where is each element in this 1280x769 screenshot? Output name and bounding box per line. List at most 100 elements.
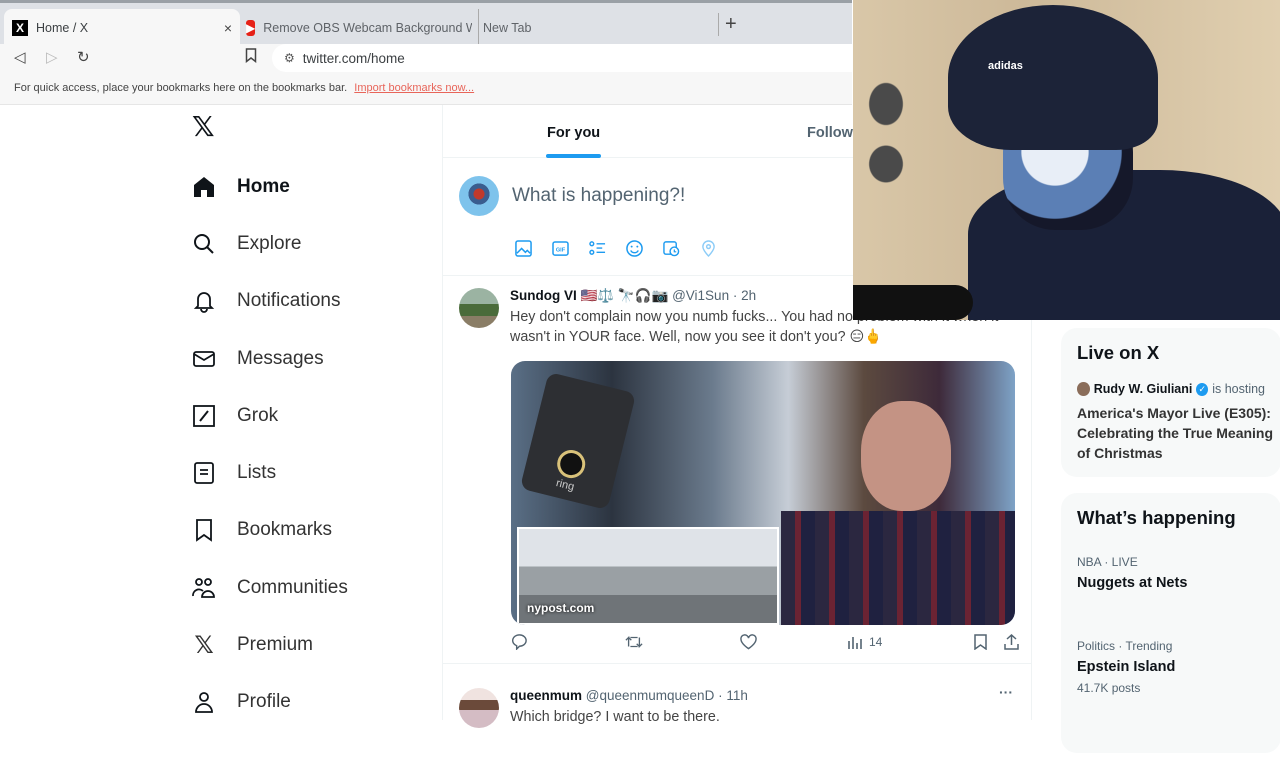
tab-title: Remove OBS Webcam Background W bbox=[263, 21, 472, 35]
space-title-line[interactable]: of Christmas bbox=[1077, 443, 1265, 463]
back-icon[interactable]: ◁ bbox=[14, 48, 26, 66]
browser-toolbar: ◁ ▷ ↻ ⚙ twitter.com/home bbox=[0, 44, 852, 72]
compose-toolbar: GIF bbox=[513, 238, 718, 258]
import-bookmarks-link[interactable]: Import bookmarks now... bbox=[354, 82, 474, 94]
svg-text:GIF: GIF bbox=[555, 247, 565, 253]
more-options-icon[interactable]: ··· bbox=[999, 684, 1013, 700]
tweet-actions: 14 bbox=[511, 633, 1019, 650]
sidebar-item-label: Messages bbox=[237, 347, 324, 369]
webcam-overlay: adidas bbox=[853, 0, 1280, 320]
reload-icon[interactable]: ↻ bbox=[77, 48, 90, 66]
live-title: Live on X bbox=[1077, 342, 1160, 363]
sidebar-item-label: Lists bbox=[237, 462, 277, 484]
gif-icon[interactable]: GIF bbox=[550, 238, 570, 258]
author-handle[interactable]: @Vi1Sun bbox=[672, 288, 729, 303]
sidebar-item-explore[interactable]: Explore bbox=[190, 215, 440, 272]
address-bar[interactable]: ⚙ twitter.com/home bbox=[272, 44, 852, 72]
drum-kit bbox=[853, 80, 963, 200]
sidebar-item-label: Premium bbox=[237, 634, 314, 656]
location-icon[interactable] bbox=[698, 238, 718, 258]
site-settings-icon[interactable]: ⚙ bbox=[284, 51, 295, 65]
author-badges: 🇺🇸⚖️ 🔭🎧📷 bbox=[580, 288, 669, 303]
close-tab-icon[interactable]: × bbox=[224, 20, 232, 36]
trend-count: 41.7K posts bbox=[1077, 681, 1141, 695]
sidebar-item-grok[interactable]: Grok bbox=[190, 387, 440, 444]
trends-title: What’s happening bbox=[1077, 507, 1236, 528]
sidebar-item-premium[interactable]: 𝕏 Premium bbox=[190, 616, 440, 673]
sidebar-item-label: Profile bbox=[237, 691, 291, 713]
tab-home-x[interactable]: X Home / X × bbox=[4, 9, 240, 47]
bookmark-button[interactable] bbox=[974, 633, 987, 650]
reply-button[interactable] bbox=[511, 633, 528, 650]
tweet-time[interactable]: · 11h bbox=[718, 688, 748, 703]
url-text: twitter.com/home bbox=[302, 50, 405, 66]
tweet[interactable]: Sundog VI 🇺🇸⚖️ 🔭🎧📷 @Vi1Sun · 2h Hey don'… bbox=[443, 276, 1031, 664]
sidebar-item-home[interactable]: Home bbox=[190, 158, 440, 215]
reply-icon bbox=[512, 634, 527, 650]
tweet-time[interactable]: · 2h bbox=[733, 288, 756, 303]
microphone bbox=[853, 285, 973, 320]
views-icon bbox=[848, 636, 862, 649]
sidebar-item-bookmarks[interactable]: Bookmarks bbox=[190, 502, 440, 559]
live-host[interactable]: Rudy W. Giuliani ✓ is hosting bbox=[1077, 382, 1265, 396]
bookmark-icon bbox=[190, 518, 218, 543]
heart-icon bbox=[740, 633, 757, 649]
author-avatar[interactable] bbox=[459, 688, 499, 728]
profile-icon bbox=[190, 690, 218, 714]
views-button[interactable]: 14 bbox=[847, 633, 882, 650]
tweet-media[interactable]: ring nypost.com bbox=[511, 361, 1015, 625]
emoji-icon[interactable] bbox=[624, 238, 644, 258]
tab-following[interactable]: Followi bbox=[807, 125, 857, 141]
poll-icon[interactable] bbox=[587, 238, 607, 258]
sidebar-item-profile[interactable]: Profile bbox=[190, 674, 440, 731]
home-icon bbox=[190, 175, 218, 199]
new-tab-button[interactable]: + bbox=[718, 13, 737, 36]
sidebar-item-label: Grok bbox=[237, 404, 279, 426]
like-button[interactable] bbox=[740, 633, 757, 650]
tab-youtube[interactable]: ▶ Remove OBS Webcam Background W bbox=[244, 9, 472, 47]
trend-item[interactable]: Politics · Trending Epstein Island 41.7K… bbox=[1077, 639, 1265, 695]
tweet-text: Which bridge? I want to be there. bbox=[510, 709, 720, 725]
forward-icon[interactable]: ▷ bbox=[46, 48, 58, 66]
trend-name: Nuggets at Nets bbox=[1077, 575, 1188, 591]
repost-button[interactable] bbox=[625, 633, 643, 650]
tab-for-you[interactable]: For you bbox=[547, 125, 600, 141]
right-sidebar: Live on X Rudy W. Giuliani ✓ is hosting … bbox=[1061, 328, 1280, 769]
list-icon bbox=[190, 461, 218, 485]
share-button[interactable] bbox=[1004, 633, 1019, 650]
compose-input[interactable]: What is happening?! bbox=[512, 185, 685, 207]
x-logo-icon[interactable]: 𝕏 bbox=[192, 110, 440, 142]
ring-brand: ring bbox=[554, 477, 576, 494]
tab-title: Home / X bbox=[36, 21, 89, 35]
author-name[interactable]: queenmum bbox=[510, 688, 582, 703]
sidebar-item-label: Communities bbox=[237, 576, 348, 598]
trend-item[interactable]: NBA · LIVE Nuggets at Nets bbox=[1077, 555, 1265, 591]
sidebar-item-messages[interactable]: Messages bbox=[190, 330, 440, 387]
schedule-icon[interactable] bbox=[661, 238, 681, 258]
sidebar-item-communities[interactable]: Communities bbox=[190, 559, 440, 616]
tab-strip: X Home / X × ▶ Remove OBS Webcam Backgro… bbox=[0, 0, 852, 47]
bookmarks-bar: For quick access, place your bookmarks h… bbox=[0, 72, 852, 105]
my-avatar[interactable] bbox=[459, 176, 499, 216]
verified-badge-icon: ✓ bbox=[1196, 382, 1209, 396]
communities-icon bbox=[190, 576, 218, 600]
man-shirt bbox=[781, 511, 1015, 625]
trend-name: Epstein Island bbox=[1077, 659, 1176, 675]
author-avatar[interactable] bbox=[459, 288, 499, 328]
space-title-line[interactable]: America's Mayor Live (E305): bbox=[1077, 403, 1271, 423]
media-icon[interactable] bbox=[513, 238, 533, 258]
host-name: Rudy W. Giuliani bbox=[1093, 382, 1193, 396]
space-title-line[interactable]: Celebrating the True Meaning bbox=[1077, 423, 1273, 443]
tweet[interactable]: queenmum @queenmumqueenD · 11h ··· Which… bbox=[443, 676, 1031, 728]
author-name[interactable]: Sundog VI bbox=[510, 288, 577, 303]
x-premium-icon: 𝕏 bbox=[194, 631, 214, 659]
sidebar-item-notifications[interactable]: Notifications bbox=[190, 273, 440, 330]
bookmark-page-icon[interactable] bbox=[245, 48, 257, 67]
sidebar-item-lists[interactable]: Lists bbox=[190, 444, 440, 501]
baseball-cap bbox=[948, 5, 1158, 150]
inset-street-image: nypost.com bbox=[517, 527, 779, 625]
tab-new-tab[interactable]: New Tab bbox=[478, 9, 708, 47]
tab-title: New Tab bbox=[483, 21, 532, 35]
x-logo-icon: X bbox=[12, 20, 28, 36]
author-handle[interactable]: @queenmumqueenD bbox=[586, 688, 715, 703]
